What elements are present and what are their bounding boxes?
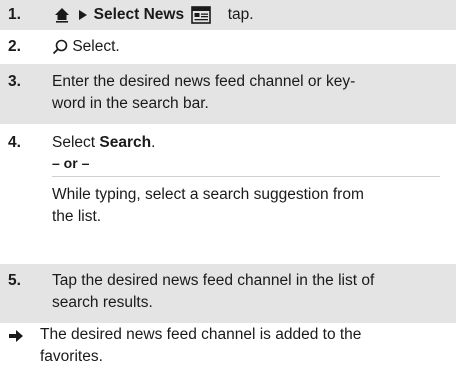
step-1: 1. Select News tap. <box>0 0 456 30</box>
result: The desired news feed channel is added t… <box>0 324 456 368</box>
arrow-right-icon <box>9 330 23 342</box>
step-4: 4. Select Search. – or – While typing, s… <box>0 124 456 264</box>
step-4-or: – or – <box>52 155 90 171</box>
step-1-content: Select News tap. <box>52 6 254 24</box>
step-5-line-2: search results. <box>52 294 153 311</box>
step-3: 3. Enter the desired news feed channel o… <box>0 64 456 124</box>
triangle-right-icon <box>79 9 88 20</box>
step-2: 2. Select. <box>0 30 456 64</box>
instruction-steps: 1. Select News tap. 2. Select. 3. Enter … <box>0 0 456 323</box>
home-icon <box>55 7 69 23</box>
step-4-search-label: Search <box>99 134 152 151</box>
step-4-main: Select Search. <box>52 132 456 154</box>
step-number: 4. <box>8 134 21 151</box>
step-4-alt-line-2: the list. <box>52 208 102 225</box>
result-line-1: The desired news feed channel is added t… <box>40 326 362 343</box>
step-1-select-news: Select News <box>93 6 185 23</box>
step-2-text: Select. <box>72 38 120 55</box>
step-number: 5. <box>8 272 21 289</box>
step-1-tap: tap. <box>227 6 254 23</box>
step-5-line-1: Tap the desired news feed channel in the… <box>52 272 375 289</box>
step-number: 2. <box>8 38 21 55</box>
result-line-2: favorites. <box>40 348 103 365</box>
news-icon <box>191 6 212 24</box>
search-icon <box>52 39 68 55</box>
step-4-text-post: . <box>151 134 156 151</box>
step-3-line-1: Enter the desired news feed channel or k… <box>52 73 356 90</box>
step-number: 3. <box>8 73 21 90</box>
step-3-line-2: word in the search bar. <box>52 95 209 112</box>
step-4-alt-line-1: While typing, select a search suggestion… <box>52 186 364 203</box>
step-5: 5. Tap the desired news feed channel in … <box>0 264 456 323</box>
step-4-divider <box>52 176 440 177</box>
step-4-text-pre: Select <box>52 134 100 151</box>
step-number: 1. <box>8 6 21 23</box>
